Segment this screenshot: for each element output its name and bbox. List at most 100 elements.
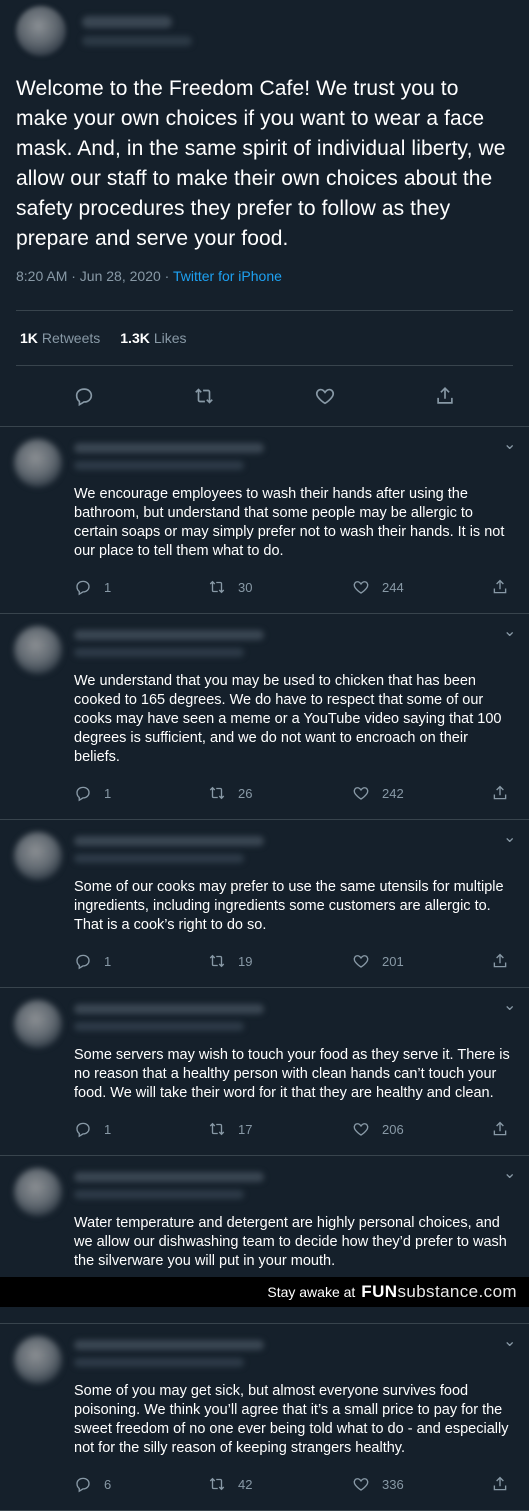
author-name[interactable] <box>74 1340 264 1350</box>
retweet-count: 17 <box>238 1121 253 1137</box>
reply-tweet[interactable]: ⌄ Some of our cooks may prefer to use the… <box>0 820 529 988</box>
like-icon[interactable] <box>352 1475 370 1493</box>
reply-icon[interactable] <box>74 1475 92 1493</box>
watermark: Stay awake at FUNsubstance.com <box>0 1277 529 1307</box>
author-name[interactable] <box>74 1004 264 1014</box>
reply-author[interactable]: ⌄ <box>74 624 516 668</box>
author-name[interactable] <box>74 1172 264 1182</box>
author-name[interactable] <box>74 630 264 640</box>
like-count: 201 <box>382 953 404 969</box>
reply-context <box>74 1358 244 1367</box>
reply-author[interactable]: ⌄ <box>74 998 516 1042</box>
retweet-icon[interactable] <box>208 1475 226 1493</box>
share-icon[interactable] <box>491 784 509 802</box>
avatar[interactable] <box>14 832 62 880</box>
share-button[interactable] <box>491 952 509 970</box>
author-name[interactable] <box>74 836 264 846</box>
retweet-button[interactable]: 30 <box>166 578 344 596</box>
more-icon[interactable]: ⌄ <box>503 1166 516 1182</box>
more-icon[interactable]: ⌄ <box>503 624 516 640</box>
retweets-stat[interactable]: 1K Retweets <box>20 330 100 346</box>
retweet-count: 19 <box>238 953 253 969</box>
avatar[interactable] <box>14 1336 62 1384</box>
reply-icon[interactable] <box>73 385 95 407</box>
like-icon[interactable] <box>352 578 370 596</box>
like-icon[interactable] <box>314 385 336 407</box>
more-icon[interactable]: ⌄ <box>503 830 516 846</box>
like-button[interactable]: 206 <box>344 1120 472 1138</box>
reply-tweet[interactable]: ⌄ We understand that you may be used to c… <box>0 614 529 820</box>
reply-text: We encourage employees to wash their han… <box>74 486 505 559</box>
reply-action-bar: 1 19 201 <box>74 943 515 979</box>
like-count: 242 <box>382 785 404 801</box>
retweet-icon[interactable] <box>208 952 226 970</box>
reply-author[interactable]: ⌄ <box>74 830 516 874</box>
reply-action-bar: 6 42 336 <box>74 1466 515 1502</box>
tweet-author[interactable] <box>16 0 513 60</box>
retweet-icon[interactable] <box>208 784 226 802</box>
like-button[interactable]: 242 <box>344 784 472 802</box>
share-button[interactable] <box>491 578 509 596</box>
author-handle[interactable] <box>82 36 192 46</box>
reply-icon[interactable] <box>74 952 92 970</box>
retweet-button[interactable]: 42 <box>166 1475 344 1493</box>
author-name[interactable] <box>74 443 264 453</box>
like-button[interactable]: 244 <box>344 578 472 596</box>
share-icon[interactable] <box>491 578 509 596</box>
tweet-source-link[interactable]: Twitter for iPhone <box>173 268 282 284</box>
more-icon[interactable]: ⌄ <box>503 1334 516 1350</box>
reply-count: 1 <box>104 785 112 801</box>
reply-tweet[interactable]: ⌄ We encourage employees to wash their ha… <box>0 427 529 614</box>
like-icon[interactable] <box>352 1120 370 1138</box>
retweet-icon[interactable] <box>193 385 215 407</box>
like-button[interactable]: 336 <box>344 1475 472 1493</box>
share-icon[interactable] <box>491 952 509 970</box>
like-count: 206 <box>382 1121 404 1137</box>
retweet-button[interactable]: 26 <box>166 784 344 802</box>
like-icon[interactable] <box>352 784 370 802</box>
share-button[interactable] <box>491 784 509 802</box>
avatar[interactable] <box>14 439 62 487</box>
avatar[interactable] <box>16 6 66 56</box>
avatar[interactable] <box>14 626 62 674</box>
reply-count: 1 <box>104 1121 112 1137</box>
reply-button[interactable]: 1 <box>74 578 166 596</box>
author-name[interactable] <box>82 16 172 28</box>
like-icon[interactable] <box>352 952 370 970</box>
avatar[interactable] <box>14 1168 62 1216</box>
reply-text: Some servers may wish to touch your food… <box>74 1047 510 1101</box>
likes-stat[interactable]: 1.3K Likes <box>120 330 186 346</box>
reply-button[interactable]: 1 <box>74 952 166 970</box>
reply-author[interactable]: ⌄ <box>74 1334 516 1378</box>
reply-icon[interactable] <box>74 1120 92 1138</box>
reply-text: We understand that you may be used to ch… <box>74 673 502 765</box>
retweet-button[interactable]: 19 <box>166 952 344 970</box>
retweet-button[interactable]: 17 <box>166 1120 344 1138</box>
share-button[interactable] <box>491 1120 509 1138</box>
like-button[interactable]: 201 <box>344 952 472 970</box>
reply-button[interactable]: 1 <box>74 1120 166 1138</box>
reply-button[interactable]: 1 <box>74 784 166 802</box>
main-action-bar <box>16 366 513 426</box>
share-icon[interactable] <box>434 385 456 407</box>
tweet-timestamp[interactable]: 8:20 AM · Jun 28, 2020 · <box>16 268 173 284</box>
more-icon[interactable]: ⌄ <box>503 998 516 1014</box>
main-tweet: Welcome to the Freedom Cafe! We trust yo… <box>0 0 529 426</box>
reply-tweet[interactable]: ⌄ Some servers may wish to touch your foo… <box>0 988 529 1156</box>
more-icon[interactable]: ⌄ <box>503 437 516 453</box>
retweet-icon[interactable] <box>208 1120 226 1138</box>
share-icon[interactable] <box>491 1120 509 1138</box>
reply-icon[interactable] <box>74 578 92 596</box>
reply-text: Some of our cooks may prefer to use the … <box>74 879 504 933</box>
reply-text: Water temperature and detergent are high… <box>74 1215 507 1269</box>
reply-button[interactable]: 6 <box>74 1475 166 1493</box>
retweet-icon[interactable] <box>208 578 226 596</box>
share-button[interactable] <box>491 1475 509 1493</box>
share-icon[interactable] <box>491 1475 509 1493</box>
reply-tweet[interactable]: ⌄ Some of you may get sick, but almost ev… <box>0 1324 529 1511</box>
avatar[interactable] <box>14 1000 62 1048</box>
reply-count: 1 <box>104 579 112 595</box>
reply-icon[interactable] <box>74 784 92 802</box>
reply-author[interactable]: ⌄ <box>74 1166 516 1210</box>
reply-author[interactable]: ⌄ <box>74 437 516 481</box>
